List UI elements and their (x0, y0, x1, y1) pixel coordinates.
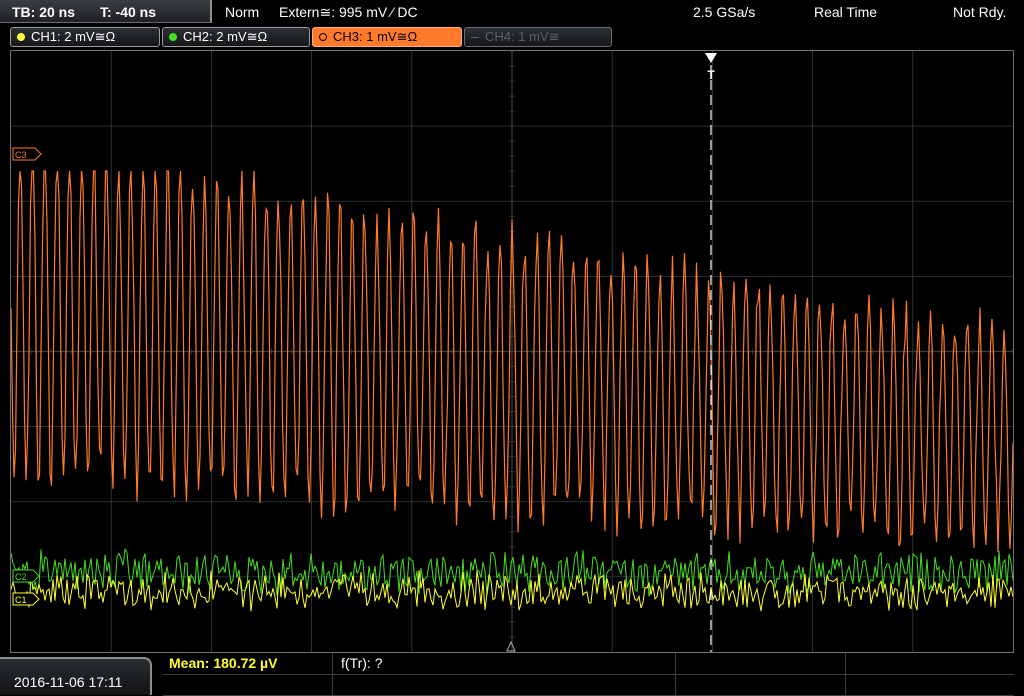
waveform-display[interactable]: T C3 C2 C1 (10, 50, 1014, 653)
measurement-divider (332, 674, 333, 695)
channel-2-dot-icon (169, 33, 177, 41)
sample-rate: 2.5 GSa/s (693, 4, 756, 20)
channel-2-marker-label: C2 (15, 572, 27, 582)
status-bar: TB: 20 ns T: -40 ns Norm Extern≅: 995 mV… (0, 0, 1024, 24)
measurement-divider (675, 653, 676, 674)
waveform-plot: T C3 C2 C1 (10, 50, 1014, 653)
measurement-row-empty (163, 674, 1014, 696)
channel-1-marker-label: C1 (15, 595, 27, 605)
trigger-position-icon[interactable] (705, 53, 717, 63)
channel-3-offset-marker[interactable]: C3 (12, 147, 42, 161)
timebase-panel[interactable]: TB: 20 ns T: -40 ns (0, 0, 212, 23)
channel-3-label: CH3: 1 mV≅Ω (333, 29, 418, 44)
center-time-marker-icon (506, 640, 516, 652)
channel-3-marker-label: C3 (15, 150, 27, 160)
channel-4-button[interactable]: CH4: 1 mV≅ (464, 27, 612, 47)
measurement-panel[interactable]: Mean: 180.72 µV f(Tr): ? (163, 653, 1014, 696)
channel-bar: CH1: 2 mV≅Ω CH2: 2 mV≅Ω CH3: 1 mV≅Ω CH4:… (0, 24, 1024, 50)
channel-2-button[interactable]: CH2: 2 mV≅Ω (162, 27, 310, 47)
trigger-time-label: T: -40 ns (100, 4, 157, 20)
channel-1-label: CH1: 2 mV≅Ω (31, 29, 116, 44)
measurement-divider (845, 653, 846, 674)
channel-4-label: CH4: 1 mV≅ (485, 29, 560, 44)
trigger-marker-label: T (707, 68, 715, 82)
measurement-divider (675, 674, 676, 695)
frequency-measurement: f(Tr): ? (341, 655, 383, 671)
channel-1-offset-marker[interactable]: C1 (12, 592, 40, 606)
mean-measurement: Mean: 180.72 µV (169, 655, 278, 671)
acquisition-status: Not Rdy. (953, 4, 1007, 20)
measurement-divider (845, 674, 846, 695)
channel-4-dash-icon (471, 37, 479, 38)
channel-1-button[interactable]: CH1: 2 mV≅Ω (10, 27, 160, 47)
measurement-divider (332, 653, 333, 674)
channel-3-button[interactable]: CH3: 1 mV≅Ω (312, 27, 462, 47)
timebase-label: TB: 20 ns (12, 4, 76, 20)
trigger-mode[interactable]: Norm (225, 4, 259, 20)
measurement-row: Mean: 180.72 µV f(Tr): ? (163, 653, 1014, 675)
channel-1-dot-icon (17, 33, 25, 41)
acquisition-mode: Real Time (814, 4, 878, 20)
trigger-source[interactable]: Extern≅: 995 mV ⁄ DC (279, 4, 418, 21)
bottom-bar: 2016-11-06 17:11 Mean: 180.72 µV f(Tr): … (0, 653, 1024, 696)
datetime-label: 2016-11-06 17:11 (14, 674, 123, 690)
channel-3-dot-icon (319, 33, 327, 41)
channel-2-offset-marker[interactable]: C2 (12, 569, 40, 583)
channel-2-label: CH2: 2 mV≅Ω (183, 29, 268, 44)
datetime-panel[interactable]: 2016-11-06 17:11 (0, 657, 152, 695)
